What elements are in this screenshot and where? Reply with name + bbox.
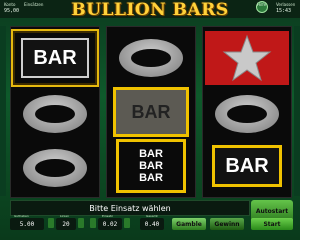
bet-increase-button[interactable] <box>124 218 130 228</box>
bet-value: 0.02 <box>98 218 122 230</box>
reel-symbol: BAR BAR BAR <box>109 139 193 193</box>
ring-symbol-icon <box>119 39 183 77</box>
reel-symbol: BAR <box>205 139 289 193</box>
exit-label[interactable]: Verlassen <box>276 2 295 7</box>
help-label[interactable]: Hilfe <box>257 2 266 7</box>
star-icon <box>222 34 272 82</box>
reel-symbol <box>205 87 289 141</box>
reel-3: BAR <box>202 26 292 198</box>
reel-symbol: BAR <box>109 85 193 139</box>
total-value: 0.40 <box>140 218 164 230</box>
lines-increase-button[interactable] <box>78 218 84 228</box>
reel-1: BAR <box>10 26 100 198</box>
lines-value: 20 <box>56 218 76 230</box>
reel-symbol <box>109 31 193 85</box>
start-button[interactable]: Start <box>251 218 293 230</box>
bar-symbol: BAR <box>212 145 282 187</box>
reel-symbol <box>205 31 289 85</box>
gold-bar-symbol: BAR <box>113 87 189 137</box>
ring-symbol-icon <box>23 149 87 187</box>
game-frame: Konto Einsätzen 95,00 BULLION BARS Hilfe… <box>0 0 300 240</box>
ring-symbol-icon <box>215 95 279 133</box>
credits-value: 5.00 <box>10 218 44 230</box>
game-title: BULLION BARS <box>71 0 229 20</box>
gamble-button[interactable]: Gamble <box>172 218 206 230</box>
top-bar: Konto Einsätzen 95,00 BULLION BARS Hilfe… <box>0 0 300 20</box>
reel-2: BAR BAR BAR BAR <box>106 26 196 198</box>
message-bar: Bitte Einsatz wählen <box>10 200 250 216</box>
clock: 15:43 <box>276 8 292 14</box>
lines-decrease-button[interactable] <box>48 218 54 228</box>
reel-symbol <box>13 87 97 141</box>
take-win-button[interactable]: Gewinn <box>210 218 244 230</box>
left-border <box>0 26 6 196</box>
right-border <box>294 26 300 196</box>
balance-value: 95,00 <box>4 8 20 14</box>
bar-symbol: BAR <box>21 38 89 78</box>
stakes-label: Einsätzen <box>24 2 44 7</box>
ring-symbol-icon <box>23 95 87 133</box>
triple-bar-symbol: BAR BAR BAR <box>116 139 186 193</box>
reel-symbol <box>13 141 97 195</box>
bet-decrease-button[interactable] <box>90 218 96 228</box>
reel-area: BAR BAR BAR BAR BAR BAR <box>10 26 292 198</box>
reel-symbol: BAR <box>11 29 99 87</box>
balance-label: Konto <box>4 2 16 7</box>
